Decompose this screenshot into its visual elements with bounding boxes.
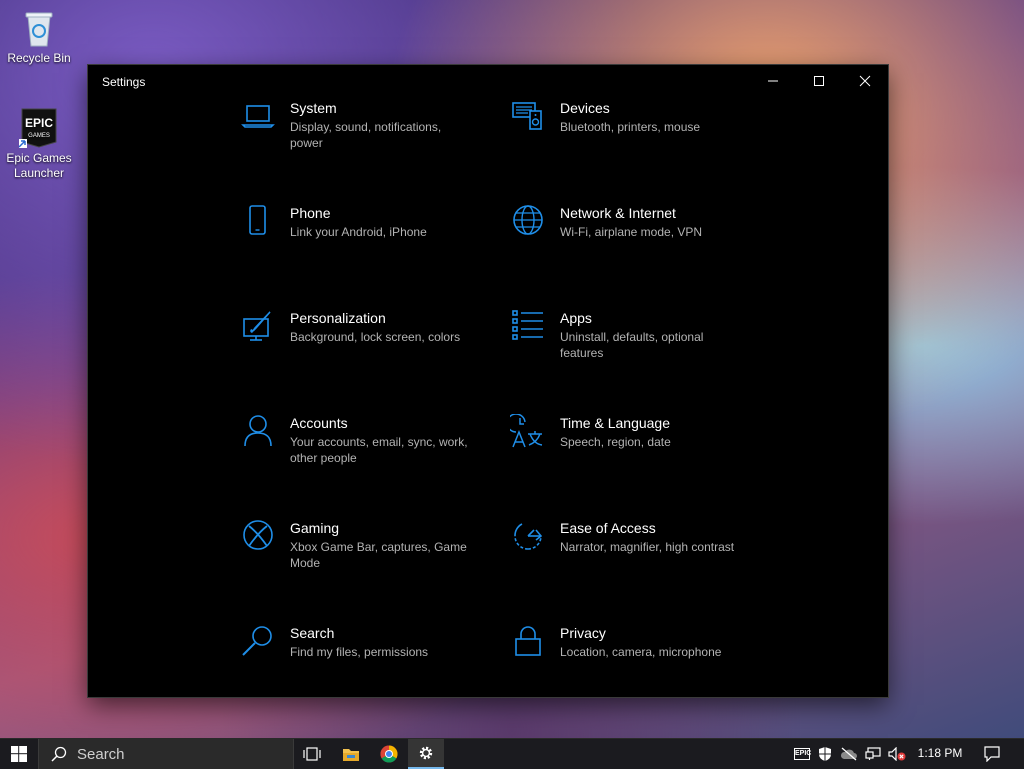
tile-title: Time & Language [560,415,670,431]
tile-description: Link your Android, iPhone [290,225,427,239]
tile-title: Phone [290,205,331,221]
epic-games-logo-icon: EPIC GAMES [17,108,59,149]
settings-tile-time-language[interactable]: Time & Language Speech, region, date [510,414,760,494]
maximize-icon [814,76,824,86]
settings-tile-gaming[interactable]: Gaming Xbox Game Bar, captures, Game Mod… [240,519,490,599]
tile-description: Display, sound, notifications, power [290,120,442,150]
tile-title: Network & Internet [560,205,676,221]
tile-title: Gaming [290,520,340,536]
volume-muted-icon [888,747,906,761]
close-button[interactable] [842,65,888,97]
settings-tile-personalization[interactable]: Personalization Background, lock screen,… [240,309,490,389]
start-button[interactable] [0,739,38,769]
paint-icon [243,311,271,341]
tile-title: Search [290,625,335,641]
settings-tile-devices[interactable]: Devices Bluetooth, printers, mouse [510,99,760,179]
tray-security[interactable] [814,739,836,769]
minimize-button[interactable] [750,65,796,97]
tile-title: Personalization [290,310,386,326]
apps-list-icon [512,310,543,340]
window-title: Settings [102,75,146,89]
chrome-icon [380,745,398,763]
ease-of-access-icon [514,523,543,550]
search-placeholder: Search [77,746,125,763]
tile-description: Narrator, magnifier, high contrast [560,540,735,554]
tile-description: Location, camera, microphone [560,645,722,659]
settings-tile-phone[interactable]: Phone Link your Android, iPhone [240,204,490,284]
action-center-button[interactable] [976,739,1008,769]
settings-tile-network[interactable]: Network & Internet Wi-Fi, airplane mode,… [510,204,760,284]
tile-description: Uninstall, defaults, optional features [560,330,704,360]
tile-description: Xbox Game Bar, captures, Game Mode [290,540,467,570]
globe-icon [513,205,543,235]
search-icon [242,626,272,656]
tile-description: Find my files, permissions [290,645,429,659]
tile-description: Background, lock screen, colors [290,330,461,344]
lock-icon [515,626,541,656]
close-icon [859,75,871,87]
settings-tile-accounts[interactable]: Accounts Your accounts, email, sync, wor… [240,414,490,494]
desktop-icon-recycle-bin[interactable]: Recycle Bin [1,8,77,66]
taskbar-search-box[interactable]: Search [38,739,294,769]
tile-description: Bluetooth, printers, mouse [560,120,701,134]
search-icon [51,746,67,762]
taskbar-app-file-explorer[interactable] [332,739,370,769]
taskbar-clock[interactable]: 1:18 PM [912,746,968,760]
tile-description: Your accounts, email, sync, work, other … [290,435,468,465]
phone-icon [249,205,266,235]
tray-onedrive[interactable] [838,739,860,769]
maximize-button[interactable] [796,65,842,97]
tile-description: Speech, region, date [560,435,671,449]
file-explorer-icon [343,749,359,761]
svg-text:EPIC: EPIC [25,116,53,130]
shield-icon [819,747,831,761]
minimize-icon [768,80,778,82]
tile-title: Ease of Access [560,520,656,536]
title-bar[interactable]: Settings [88,65,888,97]
desktop-icon-label: Recycle Bin [7,51,71,65]
cloud-offline-icon [840,747,857,761]
tile-title: Accounts [290,415,348,431]
settings-tile-privacy[interactable]: Privacy Location, camera, microphone [510,624,760,704]
svg-text:GAMES: GAMES [28,133,50,139]
desktop-icon-epic-games[interactable]: EPIC GAMES Epic Games Launcher [1,108,77,181]
taskbar: Search EPIC 1:18 PM [0,738,1024,769]
taskbar-app-settings[interactable] [408,739,444,769]
tile-title: Devices [560,100,610,116]
settings-tile-ease-of-access[interactable]: Ease of Access Narrator, magnifier, high… [510,519,760,599]
settings-tile-apps[interactable]: Apps Uninstall, defaults, optional featu… [510,309,760,389]
notification-icon [984,746,1000,762]
tray-volume[interactable] [886,739,908,769]
settings-tile-search[interactable]: Search Find my files, permissions [240,624,490,704]
windows-logo-icon [11,746,27,762]
time-language-icon [510,414,543,448]
tray-epic-games[interactable]: EPIC [792,739,812,769]
xbox-icon [243,520,273,550]
tile-description: Wi-Fi, airplane mode, VPN [560,225,703,239]
settings-gear-icon [419,746,433,760]
person-icon [244,415,272,447]
task-view-icon [303,747,321,761]
recycle-bin-icon [19,8,59,48]
task-view-button[interactable] [294,739,330,769]
taskbar-app-chrome[interactable] [370,739,408,769]
settings-window: Settings System Display, sound, notifica… [88,65,888,697]
tile-title: Privacy [560,625,606,641]
settings-tile-system[interactable]: System Display, sound, notifications, po… [240,99,490,179]
epic-games-tray-icon: EPIC [794,748,811,760]
devices-icon [512,102,542,130]
desktop-icon-label: Epic Games Launcher [6,151,72,180]
network-icon [865,747,881,760]
tile-title: Apps [560,310,592,326]
tile-title: System [290,100,337,116]
tray-network[interactable] [862,739,884,769]
laptop-icon [241,105,275,128]
